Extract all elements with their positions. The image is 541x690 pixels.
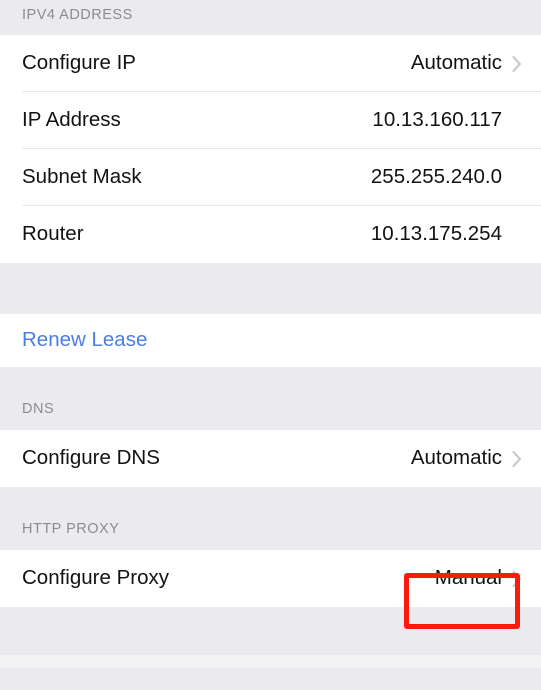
renew-lease-label: Renew Lease: [22, 328, 148, 352]
row-router[interactable]: Router 10.13.175.254: [0, 206, 541, 263]
group-dns: Configure DNS Automatic: [0, 430, 541, 487]
row-ip-address[interactable]: IP Address 10.13.160.117: [0, 92, 541, 149]
row-accessory: Automatic: [411, 448, 523, 469]
row-accessory: Automatic: [411, 53, 523, 74]
chevron-placeholder: [511, 225, 523, 245]
row-value: Automatic: [410, 51, 502, 75]
row-label: Configure IP: [22, 51, 136, 75]
section-gap-3: [0, 487, 541, 515]
row-value: Automatic: [410, 446, 502, 470]
row-configure-proxy[interactable]: Configure Proxy Manual: [0, 550, 541, 607]
section-header-label: IPV4 ADDRESS: [22, 7, 133, 23]
row-accessory: 255.255.240.0: [371, 167, 523, 188]
chevron-right-icon: [512, 570, 522, 587]
row-configure-ip[interactable]: Configure IP Automatic: [0, 35, 541, 92]
chevron-right-icon: [512, 450, 522, 467]
row-label: IP Address: [22, 108, 121, 132]
row-subnet-mask[interactable]: Subnet Mask 255.255.240.0: [0, 149, 541, 206]
settings-network-detail-screen: IPV4 ADDRESS Configure IP Automatic IP A…: [0, 0, 541, 690]
chevron-placeholder: [511, 111, 523, 131]
section-header-label: DNS: [22, 401, 55, 417]
section-header-label: HTTP PROXY: [22, 521, 120, 537]
chevron-placeholder: [511, 168, 523, 188]
row-configure-dns[interactable]: Configure DNS Automatic: [0, 430, 541, 487]
row-value: Manual: [434, 566, 502, 590]
chevron-right-icon: [512, 55, 522, 72]
row-label: Configure DNS: [22, 446, 160, 470]
row-label: Configure Proxy: [22, 566, 169, 590]
bottom-band: [0, 655, 541, 668]
group-renew-lease: Renew Lease: [0, 314, 541, 367]
row-value: 10.13.160.117: [372, 108, 502, 132]
section-header-ipv4: IPV4 ADDRESS: [0, 0, 541, 35]
section-header-http-proxy: HTTP PROXY: [0, 515, 541, 550]
group-ipv4: Configure IP Automatic IP Address 10.13.…: [0, 35, 541, 263]
row-accessory: 10.13.175.254: [371, 224, 523, 245]
row-accessory: Manual: [435, 568, 523, 589]
section-gap-1: [0, 263, 541, 314]
row-label: Subnet Mask: [22, 165, 142, 189]
group-http-proxy: Configure Proxy Manual: [0, 550, 541, 607]
row-value: 255.255.240.0: [370, 165, 502, 189]
row-renew-lease[interactable]: Renew Lease: [0, 314, 541, 367]
section-gap-4: [0, 607, 541, 655]
section-header-dns: DNS: [0, 395, 541, 430]
row-value: 10.13.175.254: [370, 222, 502, 246]
row-label: Router: [22, 222, 84, 246]
row-accessory: 10.13.160.117: [372, 110, 523, 131]
section-gap-2: [0, 367, 541, 395]
